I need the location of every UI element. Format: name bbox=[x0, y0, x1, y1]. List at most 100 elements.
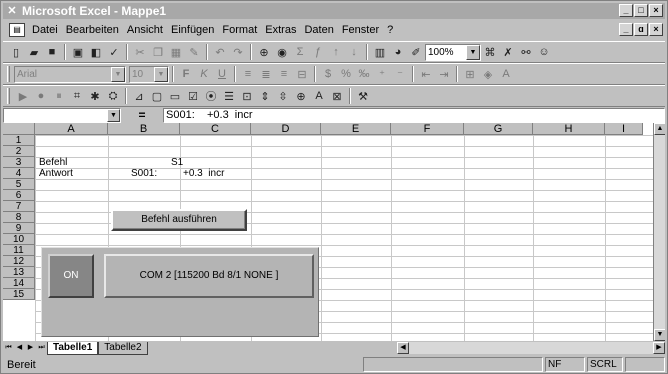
percent-icon[interactable]: % bbox=[337, 65, 355, 83]
chevron-down-icon[interactable]: ▼ bbox=[466, 44, 480, 60]
scroll-left-icon[interactable]: ◀ bbox=[397, 342, 409, 354]
menu-fenster[interactable]: Fenster bbox=[338, 24, 383, 36]
scroll-right-icon[interactable]: ▶ bbox=[653, 342, 665, 354]
checkbox-icon[interactable]: ☑ bbox=[184, 87, 202, 105]
excel-app-icon[interactable]: ✕ bbox=[5, 4, 19, 18]
office-assistant-icon[interactable]: ⌘ bbox=[481, 43, 499, 61]
function-icon[interactable]: ƒ bbox=[309, 43, 327, 61]
scroll-track[interactable] bbox=[409, 342, 653, 354]
record-icon[interactable]: ● bbox=[32, 87, 50, 105]
align-center-icon[interactable]: ≣ bbox=[257, 65, 275, 83]
maximize-button[interactable]: □ bbox=[634, 4, 648, 17]
chevron-down-icon[interactable]: ▼ bbox=[111, 66, 125, 82]
chevron-down-icon[interactable]: ▼ bbox=[154, 66, 168, 82]
increase-indent-icon[interactable]: ⇥ bbox=[435, 65, 453, 83]
row-header[interactable]: 11 bbox=[3, 245, 35, 256]
horizontal-scrollbar[interactable]: ◀ ▶ bbox=[397, 342, 665, 354]
font-color-icon[interactable]: A bbox=[497, 65, 515, 83]
vertical-scrollbar[interactable]: ▲ ▼ bbox=[653, 123, 665, 341]
scroll-up-icon[interactable]: ▲ bbox=[654, 123, 665, 135]
doc-minimize-button[interactable]: _ bbox=[619, 23, 633, 36]
column-header-e[interactable]: E bbox=[321, 123, 391, 135]
row-header[interactable]: 3 bbox=[3, 157, 35, 168]
listbox-icon[interactable]: ☰ bbox=[220, 87, 238, 105]
zoom-select[interactable]: 100% ▼ bbox=[425, 43, 481, 61]
underline-button[interactable]: U bbox=[213, 65, 231, 83]
row-header[interactable]: 4 bbox=[3, 168, 35, 179]
doc-close-button[interactable]: × bbox=[649, 23, 663, 36]
cell-a3[interactable]: Antwort bbox=[39, 168, 73, 179]
sort-descending-icon[interactable]: ↓ bbox=[345, 43, 363, 61]
font-size-select[interactable]: 10 ▼ bbox=[129, 65, 169, 83]
prev-sheet-icon[interactable]: ◀ bbox=[14, 342, 25, 354]
combobox-icon[interactable]: ⊡ bbox=[238, 87, 256, 105]
tools-icon[interactable]: ✗ bbox=[499, 43, 517, 61]
binoculars-icon[interactable]: ⚯ bbox=[517, 43, 535, 61]
row-header[interactable]: 7 bbox=[3, 201, 35, 212]
formula-equals[interactable]: = bbox=[121, 108, 163, 122]
row-header[interactable]: 14 bbox=[3, 278, 35, 289]
tab-tabelle1[interactable]: Tabelle1 bbox=[47, 341, 99, 355]
open-folder-icon[interactable]: ▰ bbox=[25, 43, 43, 61]
print-preview-icon[interactable]: ◧ bbox=[87, 43, 105, 61]
cell-c3[interactable]: +0.3 incr bbox=[183, 168, 224, 179]
menu-extras[interactable]: Extras bbox=[261, 24, 300, 36]
row-header[interactable]: 15 bbox=[3, 289, 35, 300]
align-left-icon[interactable]: ≡ bbox=[239, 65, 257, 83]
visual-basic-icon[interactable]: ⌗ bbox=[68, 87, 86, 105]
menu-format[interactable]: Format bbox=[218, 24, 261, 36]
drawing-icon[interactable]: ✐ bbox=[407, 43, 425, 61]
menu-daten[interactable]: Daten bbox=[300, 24, 337, 36]
spinner-icon[interactable]: ⇳ bbox=[274, 87, 292, 105]
first-sheet-icon[interactable]: ⏮ bbox=[3, 342, 14, 354]
pause-icon[interactable]: ⏸ bbox=[50, 87, 68, 105]
sort-ascending-icon[interactable]: ↑ bbox=[327, 43, 345, 61]
minimize-button[interactable]: _ bbox=[619, 4, 633, 17]
scroll-down-icon[interactable]: ▼ bbox=[654, 329, 665, 341]
menu-bearbeiten[interactable]: Bearbeiten bbox=[62, 24, 123, 36]
column-header-b[interactable]: B bbox=[108, 123, 180, 135]
control-toolbox-icon[interactable]: ✱ bbox=[86, 87, 104, 105]
doc-restore-button[interactable]: ɑ bbox=[634, 23, 648, 36]
row-header[interactable]: 12 bbox=[3, 256, 35, 267]
cell-b3[interactable]: S001: bbox=[131, 168, 157, 179]
text-control-icon[interactable]: A bbox=[310, 87, 328, 105]
thousands-icon[interactable]: ‰ bbox=[355, 65, 373, 83]
row-header[interactable]: 6 bbox=[3, 190, 35, 201]
menu-help[interactable]: ? bbox=[383, 24, 397, 36]
copy-icon[interactable]: ❐ bbox=[149, 43, 167, 61]
align-right-icon[interactable]: ≡ bbox=[275, 65, 293, 83]
chevron-down-icon[interactable]: ▼ bbox=[107, 108, 120, 122]
decrease-indent-icon[interactable]: ⇤ bbox=[417, 65, 435, 83]
document-icon[interactable]: ▤ bbox=[9, 23, 25, 37]
borders-icon[interactable]: ⊞ bbox=[461, 65, 479, 83]
close-button[interactable]: × bbox=[649, 4, 663, 17]
font-select[interactable]: Arial ▼ bbox=[14, 65, 126, 83]
fill-color-icon[interactable]: ◈ bbox=[479, 65, 497, 83]
toggle-grid-icon[interactable]: ⚒ bbox=[354, 87, 372, 105]
cut-icon[interactable]: ✂ bbox=[131, 43, 149, 61]
undo-icon[interactable]: ↶ bbox=[211, 43, 229, 61]
decrease-decimal-icon[interactable]: ⁻ bbox=[391, 65, 409, 83]
merge-center-icon[interactable]: ⊟ bbox=[293, 65, 311, 83]
properties-icon[interactable]: ⊕ bbox=[292, 87, 310, 105]
column-header-g[interactable]: G bbox=[464, 123, 533, 135]
menu-ansicht[interactable]: Ansicht bbox=[123, 24, 167, 36]
formula-content[interactable]: S001: +0.3 incr bbox=[163, 107, 665, 123]
column-header-h[interactable]: H bbox=[533, 123, 605, 135]
cell-a2[interactable]: Befehl bbox=[39, 157, 67, 168]
row-header[interactable]: 10 bbox=[3, 234, 35, 245]
com-port-button[interactable]: COM 2 [115200 Bd 8/1 NONE ] bbox=[104, 254, 314, 298]
edit-code-icon[interactable]: ⊠ bbox=[328, 87, 346, 105]
toolbar-grip[interactable] bbox=[7, 66, 10, 82]
menu-datei[interactable]: Datei bbox=[28, 24, 62, 36]
design-mode-icon[interactable]: ⛭ bbox=[104, 87, 122, 105]
tab-tabelle2[interactable]: Tabelle2 bbox=[98, 341, 148, 355]
groupbox-icon[interactable]: ▢ bbox=[148, 87, 166, 105]
hyperlink-icon[interactable]: ⊕ bbox=[255, 43, 273, 61]
row-header[interactable]: 1 bbox=[3, 135, 35, 146]
increase-decimal-icon[interactable]: ⁺ bbox=[373, 65, 391, 83]
select-all-corner[interactable] bbox=[3, 123, 35, 135]
currency-icon[interactable]: $ bbox=[319, 65, 337, 83]
format-painter-icon[interactable]: ✎ bbox=[185, 43, 203, 61]
